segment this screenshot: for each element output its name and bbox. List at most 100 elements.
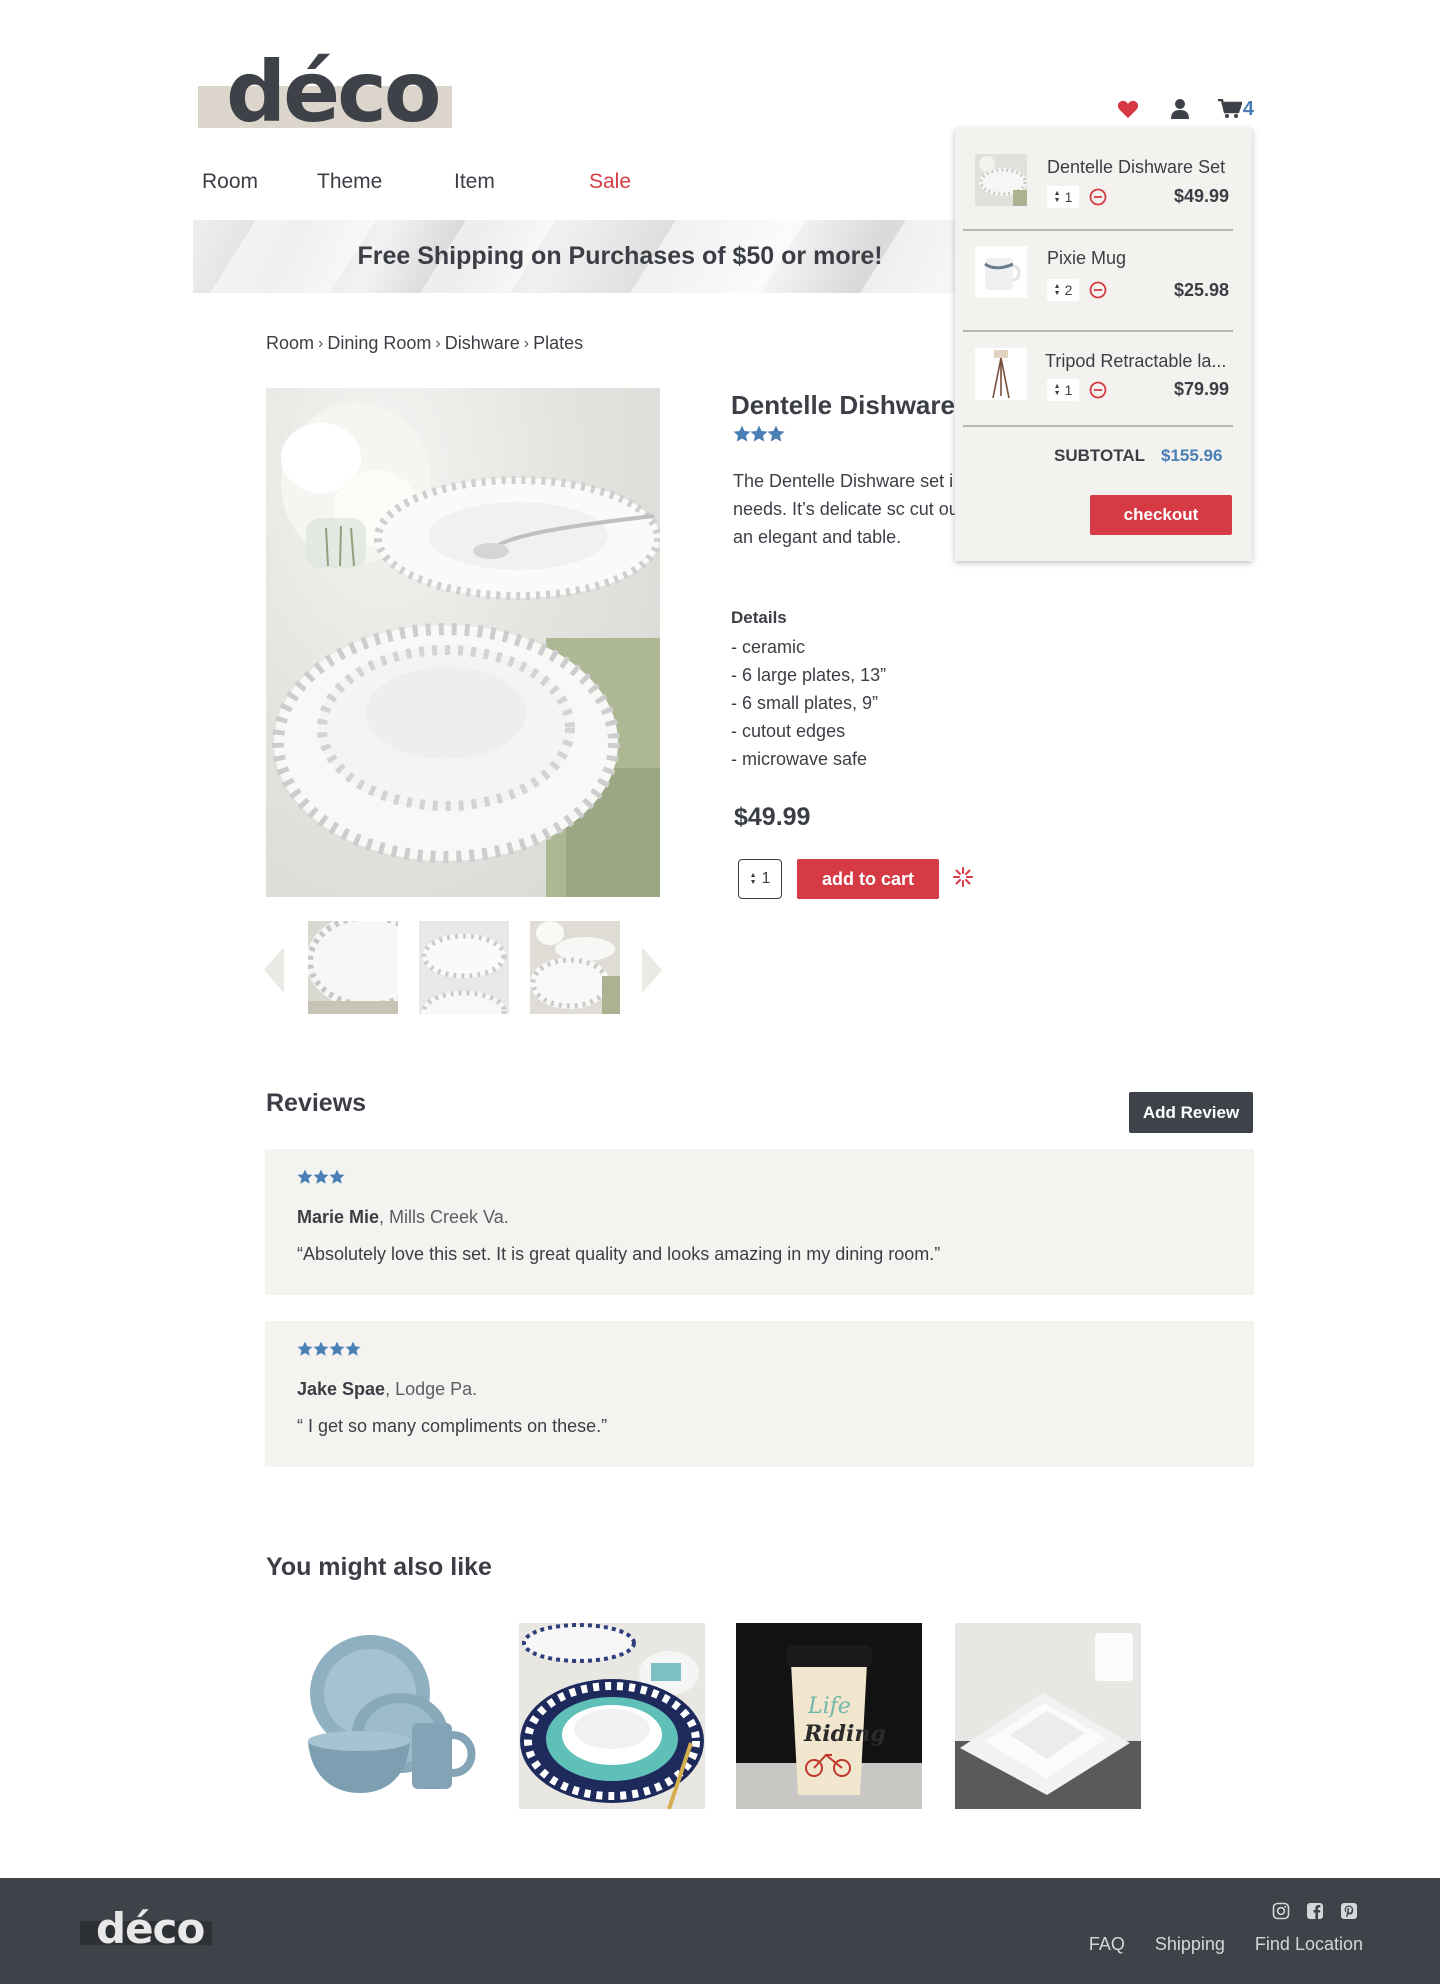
nav-item-sale[interactable]: Sale — [589, 170, 631, 194]
footer-links: FAQ Shipping Find Location — [1089, 1934, 1363, 1955]
svg-text:Life: Life — [807, 1694, 851, 1719]
recommended-product[interactable]: Life Riding — [736, 1623, 922, 1809]
breadcrumb-separator: › — [318, 334, 324, 352]
detail-item: - cutout edges — [731, 721, 846, 741]
breadcrumb-plates[interactable]: Plates — [533, 333, 583, 354]
cart-item-name[interactable]: Tripod Retractable la... — [1045, 351, 1226, 372]
updown-arrows-icon: ▲ ▼ — [1053, 383, 1061, 397]
cart-item-qty[interactable]: ▲ ▼ 1 — [1047, 379, 1079, 401]
breadcrumb-separator: › — [435, 334, 441, 352]
footer-logo[interactable]: déco — [96, 1908, 205, 1950]
details-list: - ceramic - 6 large plates, 13” - 6 smal… — [731, 633, 886, 773]
detail-item: - 6 large plates, 13” — [731, 665, 887, 685]
detail-item: - microwave safe — [731, 749, 868, 769]
main-nav: Room Theme Item Sale — [202, 170, 631, 194]
quantity-stepper[interactable]: ▲ ▼ 1 — [738, 859, 782, 899]
header-icons: 4 — [1114, 96, 1254, 122]
cart-item-thumbnail — [975, 348, 1027, 400]
cart-item: Pixie Mug ▲ ▼ 2 $25.98 — [963, 246, 1233, 316]
svg-text:Riding: Riding — [803, 1721, 886, 1747]
breadcrumb-dishware[interactable]: Dishware — [445, 333, 520, 354]
nav-item-theme[interactable]: Theme — [317, 170, 454, 194]
add-to-cart-button[interactable]: add to cart — [797, 859, 939, 899]
recommended-product[interactable] — [300, 1623, 486, 1809]
quantity-value: 1 — [761, 870, 771, 887]
footer-link-faq[interactable]: FAQ — [1089, 1934, 1125, 1955]
loading-spinner-icon — [952, 866, 974, 893]
footer-link-shipping[interactable]: Shipping — [1155, 1934, 1225, 1955]
cart-dropdown: Dentelle Dishware Set ▲ ▼ 1 $49.99 Pixie … — [955, 128, 1252, 561]
product-main-image — [266, 388, 660, 897]
remove-icon[interactable] — [1089, 188, 1107, 206]
nav-item-room[interactable]: Room — [202, 170, 317, 194]
recommended-product[interactable] — [955, 1623, 1141, 1809]
cart-count: 4 — [1242, 97, 1254, 120]
remove-icon[interactable] — [1089, 381, 1107, 399]
reviewer-name: Jake Spae — [297, 1379, 386, 1399]
product-thumbnail[interactable] — [308, 921, 398, 1014]
breadcrumb: Room › Dining Room › Dishware › Plates — [266, 333, 583, 354]
carousel-prev-arrow[interactable] — [264, 947, 286, 998]
remove-icon[interactable] — [1089, 281, 1107, 299]
cart-item-qty[interactable]: ▲ ▼ 2 — [1047, 279, 1079, 301]
cart-icon[interactable]: 4 — [1217, 96, 1254, 122]
cart-item-name[interactable]: Pixie Mug — [1047, 248, 1126, 269]
footer: déco FAQ Shipping Find Location — [0, 1878, 1440, 1984]
breadcrumb-room[interactable]: Room — [266, 333, 314, 354]
recommended-product[interactable] — [519, 1623, 705, 1809]
user-icon[interactable] — [1166, 96, 1194, 122]
carousel-next-arrow[interactable] — [640, 947, 662, 998]
review-author: Marie Mie, Mills Creek Va. — [297, 1207, 509, 1228]
breadcrumb-separator: › — [523, 334, 530, 352]
reviewer-location: , Mills Creek Va. — [379, 1207, 509, 1227]
product-thumbnail[interactable] — [419, 921, 509, 1014]
footer-link-find-location[interactable]: Find Location — [1255, 1934, 1363, 1955]
subtotal-label: SUBTOTAL — [1054, 446, 1145, 465]
facebook-icon[interactable] — [1306, 1902, 1324, 1920]
review-rating-stars — [297, 1169, 349, 1190]
detail-item: - 6 small plates, 9” — [731, 693, 879, 713]
reviewer-name: Marie Mie — [297, 1207, 380, 1227]
review-rating-stars — [297, 1341, 365, 1362]
product-title: Dentelle Dishware S — [731, 390, 980, 420]
review-card: Jake Spae, Lodge Pa. “ I get so many com… — [265, 1321, 1254, 1467]
cart-item: Tripod Retractable la... ▲ ▼ 1 $79.99 — [963, 348, 1233, 418]
review-author: Jake Spae, Lodge Pa. — [297, 1379, 477, 1400]
cart-item-name[interactable]: Dentelle Dishware Set — [1047, 157, 1225, 178]
social-links — [1272, 1902, 1358, 1920]
product-price: $49.99 — [734, 803, 811, 831]
thumbnail-carousel — [264, 921, 664, 1014]
cart-item: Dentelle Dishware Set ▲ ▼ 1 $49.99 — [963, 150, 1233, 220]
cart-item-thumbnail — [975, 246, 1027, 298]
product-thumbnail[interactable] — [530, 921, 620, 1014]
add-review-button[interactable]: Add Review — [1129, 1092, 1253, 1133]
pinterest-icon[interactable] — [1340, 1902, 1358, 1920]
cart-item-price: $49.99 — [1173, 186, 1229, 206]
breadcrumb-dining-room[interactable]: Dining Room — [327, 333, 431, 354]
recommendations-heading: You might also like — [266, 1553, 492, 1581]
review-card: Marie Mie, Mills Creek Va. “Absolutely l… — [265, 1149, 1254, 1295]
divider — [963, 330, 1233, 332]
cart-item-price: $25.98 — [1173, 280, 1229, 300]
cart-item-qty-value: 2 — [1064, 282, 1073, 298]
cart-item-qty[interactable]: ▲ ▼ 1 — [1047, 186, 1079, 208]
instagram-icon[interactable] — [1272, 1902, 1290, 1920]
updown-arrows-icon: ▲ ▼ — [749, 872, 757, 886]
cart-item-qty-value: 1 — [1064, 189, 1073, 205]
nav-item-item[interactable]: Item — [454, 170, 589, 194]
checkout-button[interactable]: checkout — [1090, 495, 1232, 535]
reviewer-location: , Lodge Pa. — [385, 1379, 478, 1399]
logo-text: déco — [226, 43, 442, 141]
reviews-heading: Reviews — [266, 1089, 367, 1117]
subtotal-value: $155.96 — [1161, 446, 1223, 465]
updown-arrows-icon: ▲ ▼ — [1053, 190, 1061, 204]
cart-item-price: $79.99 — [1173, 379, 1229, 399]
banner-text: Free Shipping on Purchases of $50 or mor… — [357, 242, 883, 270]
detail-item: - ceramic — [731, 637, 806, 657]
logo[interactable]: déco — [198, 50, 452, 134]
review-text: “ I get so many compliments on these.” — [297, 1416, 608, 1436]
updown-arrows-icon: ▲ ▼ — [1053, 283, 1061, 297]
cart-item-qty-value: 1 — [1064, 382, 1073, 398]
heart-icon[interactable] — [1114, 96, 1142, 122]
divider — [963, 229, 1233, 231]
